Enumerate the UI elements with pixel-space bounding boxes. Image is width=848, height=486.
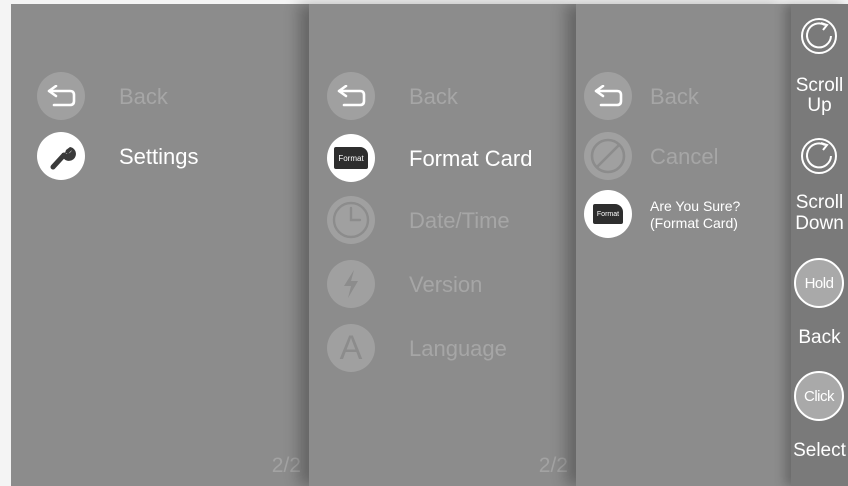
wrench-icon: [37, 132, 85, 180]
menu-item-label: Back: [650, 84, 699, 109]
confirm-label-line1: Are You Sure?: [650, 198, 741, 214]
cancel-icon: [584, 132, 632, 180]
menu-item-version[interactable]: Version: [327, 260, 567, 310]
menu-item-label: Back: [119, 84, 168, 109]
menu-item-back[interactable]: Back: [37, 72, 277, 122]
scroll-down-label-line2: Down: [795, 213, 844, 234]
hold-icon: Hold: [794, 258, 844, 308]
confirm-label: Are You Sure? (Format Card): [650, 190, 740, 240]
menu-item-date-time[interactable]: Date/Time: [327, 196, 567, 246]
scroll-up-label-line1: Scroll: [795, 75, 844, 96]
menu-item-format-card[interactable]: Format Format Card: [327, 134, 567, 184]
back-arrow-icon: [37, 72, 85, 120]
page-indicator: 2/2: [538, 454, 568, 477]
format-card-icon: Format: [584, 190, 632, 238]
back-control-label: Back: [798, 327, 841, 348]
format-card-icon: Format: [327, 134, 375, 182]
select-control-label: Select: [793, 440, 846, 461]
clock-icon: [327, 196, 375, 244]
menu-panel-format-confirm: Back Cancel Format Are You Sure? (Format…: [576, 4, 791, 486]
menu-item-label: Version: [409, 272, 483, 297]
back-arrow-icon: [327, 72, 375, 120]
scroll-up-button[interactable]: Scroll Up: [791, 18, 848, 128]
hold-back-button[interactable]: Hold Back: [791, 258, 848, 358]
menu-panel-main: Back Settings 2/2: [11, 4, 309, 486]
menu-item-label: Format Card: [409, 146, 533, 171]
control-sidebar: Scroll Up Scroll Down Hold Back Click Se…: [791, 4, 848, 486]
lightning-icon: [327, 260, 375, 308]
scroll-down-label-line1: Scroll: [795, 192, 844, 213]
rotate-clockwise-icon: [801, 138, 837, 174]
menu-item-label: Date/Time: [409, 208, 510, 233]
letter-a-icon: A: [327, 324, 375, 372]
menu-item-label: Cancel: [650, 144, 719, 169]
menu-item-cancel[interactable]: Cancel: [584, 132, 784, 182]
back-arrow-icon: [584, 72, 632, 120]
click-icon: Click: [794, 371, 844, 421]
menu-item-back[interactable]: Back: [327, 72, 567, 122]
menu-panel-settings: Back Format Format Card Date/Time Versio…: [309, 4, 576, 486]
menu-item-back[interactable]: Back: [584, 72, 784, 122]
confirm-label-line2: (Format Card): [650, 215, 738, 231]
menu-item-label: Back: [409, 84, 458, 109]
menu-item-settings[interactable]: Settings: [37, 132, 277, 182]
scroll-down-button[interactable]: Scroll Down: [791, 138, 848, 248]
page-indicator: 2/2: [271, 454, 301, 477]
click-select-button[interactable]: Click Select: [791, 371, 848, 471]
menu-item-language[interactable]: A Language: [327, 324, 567, 374]
menu-item-label: Language: [409, 336, 507, 361]
menu-item-label: Settings: [119, 144, 199, 169]
rotate-clockwise-icon: [801, 18, 837, 54]
menu-item-confirm-format[interactable]: Format Are You Sure? (Format Card): [584, 190, 784, 240]
scroll-up-label-line2: Up: [807, 95, 832, 116]
